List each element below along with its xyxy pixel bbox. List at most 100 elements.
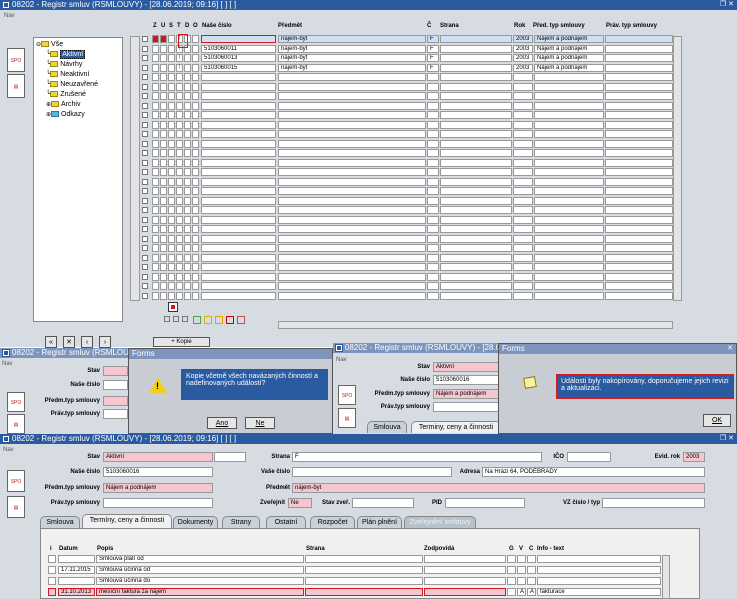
c-cell[interactable] — [427, 215, 439, 224]
predmet-cell[interactable] — [278, 272, 426, 281]
pred-typ-cell[interactable] — [534, 177, 604, 186]
rok-cell[interactable] — [513, 120, 533, 129]
popis-cell[interactable]: měsíční faktura za nájem — [96, 588, 304, 596]
tab-plan[interactable]: Plán plnění — [357, 516, 402, 528]
c-cell[interactable] — [427, 92, 439, 100]
nase-cell[interactable] — [201, 291, 276, 300]
nav-label[interactable]: Nav — [4, 13, 15, 19]
rok-cell[interactable]: 2003 — [513, 54, 533, 62]
row-indicator[interactable] — [48, 566, 56, 574]
table-row[interactable] — [142, 234, 682, 244]
strana-cell[interactable] — [440, 196, 512, 205]
row-checkbox[interactable] — [142, 169, 148, 175]
strana-cell[interactable] — [440, 101, 512, 110]
yes-button[interactable]: Ano — [207, 417, 237, 429]
prav-field[interactable] — [433, 402, 503, 412]
strana-cell[interactable] — [440, 158, 512, 167]
rok-cell[interactable] — [513, 253, 533, 262]
table-row[interactable] — [142, 120, 682, 130]
strana-cell[interactable] — [440, 35, 512, 43]
pred-typ-cell[interactable] — [534, 291, 604, 300]
rok-cell[interactable] — [513, 177, 533, 186]
table-row[interactable] — [142, 139, 682, 149]
rok-cell[interactable] — [513, 272, 533, 281]
row-checkbox[interactable] — [142, 131, 148, 137]
row-checkbox[interactable] — [142, 254, 148, 261]
next-button[interactable]: › — [99, 336, 111, 348]
datum-cell[interactable] — [58, 577, 95, 585]
prav-typ-cell[interactable] — [605, 120, 673, 129]
predmet-cell[interactable] — [278, 130, 426, 138]
pred-typ-cell[interactable] — [534, 101, 604, 110]
strana-cell[interactable] — [440, 73, 512, 81]
nase-cell[interactable] — [201, 196, 276, 205]
predm-field[interactable]: Nájem a podnájem — [103, 483, 213, 493]
first-button[interactable]: « — [45, 336, 57, 348]
copy-button[interactable]: + Kopie — [153, 337, 210, 347]
zodp-cell[interactable] — [424, 566, 506, 574]
c-cell[interactable] — [427, 196, 439, 205]
row-indicator[interactable] — [48, 555, 56, 563]
tab-zverejneni[interactable]: Zveřejnění smlouvy — [404, 516, 476, 528]
v-cell[interactable] — [517, 566, 526, 574]
table-row[interactable] — [142, 168, 682, 177]
nase-cell[interactable] — [201, 253, 276, 262]
pred-typ-cell[interactable]: Nájem a podnájem — [534, 44, 604, 53]
spo-button[interactable]: SPO — [7, 48, 25, 72]
predmet-cell[interactable] — [278, 263, 426, 271]
strana-cell[interactable] — [440, 225, 512, 233]
g-cell[interactable] — [507, 577, 516, 585]
predmet-cell[interactable] — [278, 282, 426, 290]
row-checkbox[interactable] — [142, 140, 148, 147]
tab-terminy[interactable]: Termíny, ceny a činnosti — [82, 514, 172, 528]
cut-button[interactable]: ✕ — [63, 336, 75, 348]
predmet-cell[interactable] — [278, 101, 426, 110]
table-row[interactable] — [142, 272, 682, 282]
table-row[interactable] — [142, 130, 682, 139]
rok-cell[interactable] — [513, 225, 533, 233]
predmet-cell[interactable] — [278, 111, 426, 119]
pred-typ-cell[interactable] — [534, 215, 604, 224]
row-checkbox[interactable] — [142, 235, 148, 242]
grid-hscrollbar[interactable] — [278, 321, 673, 329]
row-checkbox[interactable] — [142, 178, 148, 185]
nase-cell[interactable] — [201, 215, 276, 224]
nase-cell[interactable] — [201, 158, 276, 167]
pred-typ-cell[interactable] — [534, 73, 604, 81]
row-indicator[interactable] — [48, 577, 56, 585]
prav-typ-cell[interactable] — [605, 196, 673, 205]
row-checkbox[interactable] — [142, 121, 148, 128]
predmet-cell[interactable] — [278, 187, 426, 195]
event-row[interactable]: 31.10.2013 měsíční faktura za nájem A Afakt… — [48, 588, 668, 598]
event-row[interactable]: 17.11.2015 Smlouva účinná od — [48, 566, 668, 576]
pred-typ-cell[interactable]: Nájem a podnájem — [534, 35, 604, 43]
nase-cell[interactable] — [201, 120, 276, 129]
prav-typ-cell[interactable] — [605, 130, 673, 138]
v-cell[interactable]: A — [517, 588, 526, 596]
rok-cell[interactable]: 2003 — [513, 44, 533, 53]
strana-cell[interactable] — [440, 234, 512, 243]
pred-typ-cell[interactable] — [534, 158, 604, 167]
nav-label[interactable]: Nav — [3, 447, 14, 453]
strana-cell[interactable] — [440, 63, 512, 72]
rok-cell[interactable] — [513, 111, 533, 119]
prav-typ-cell[interactable] — [605, 187, 673, 195]
row-checkbox[interactable] — [142, 74, 148, 80]
strana-cell[interactable] — [440, 253, 512, 262]
rok-cell[interactable] — [513, 187, 533, 195]
row-checkbox[interactable] — [142, 283, 148, 289]
grid-scrollbar-right[interactable] — [673, 36, 682, 301]
table-row[interactable] — [142, 196, 682, 206]
vase-field[interactable] — [292, 467, 452, 477]
prav-typ-cell[interactable] — [605, 82, 673, 91]
info-cell[interactable] — [537, 555, 661, 563]
pred-typ-cell[interactable] — [534, 168, 604, 176]
prav-typ-cell[interactable] — [605, 291, 673, 300]
event-row[interactable]: Smlouva platí od — [48, 555, 668, 565]
nase-field[interactable]: 5103060016 — [433, 375, 503, 385]
info-cell[interactable] — [537, 577, 661, 585]
nase-field[interactable] — [103, 380, 128, 390]
c-cell[interactable] — [427, 244, 439, 252]
c-cell[interactable] — [427, 253, 439, 262]
c-cell[interactable] — [427, 272, 439, 281]
